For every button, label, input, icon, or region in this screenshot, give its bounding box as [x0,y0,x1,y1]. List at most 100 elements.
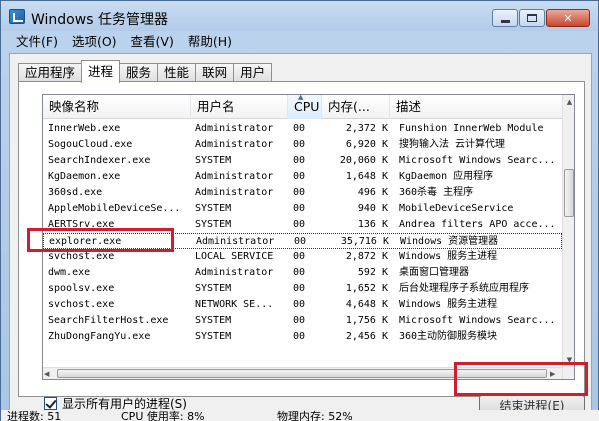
cell-user-name: Administrator [195,267,274,278]
cell-memory: 1,648 K [345,171,388,182]
scroll-left-icon[interactable]: ◀ [44,368,49,379]
cell-user-name: Administrator [195,123,274,134]
cell-user-name: Administrator [196,236,275,247]
cell-user-name: Administrator [195,187,274,198]
vertical-scroll-thumb[interactable] [564,169,574,217]
cell-cpu: 00 [293,331,306,342]
menu-file[interactable]: 文件(F) [9,32,65,52]
tab-networking[interactable]: 联网 [195,63,235,83]
cell-image-name: SearchFilterHost.exe [48,315,169,326]
cell-memory: 940 K [357,203,388,214]
cell-memory: 2,456 K [345,331,388,342]
show-all-checkbox[interactable] [44,396,57,410]
process-row[interactable]: SearchFilterHost.exe SYSTEM 00 1,756 K Micro… [43,313,562,329]
tab-processes[interactable]: 进程 [81,60,121,83]
cell-image-name: spoolsv.exe [48,283,115,294]
tab-applications[interactable]: 应用程序 [18,63,83,83]
window-title: Windows 任务管理器 [31,12,168,28]
process-row[interactable]: AppleMobileDeviceSe... SYSTEM 00 940 K Mobil… [43,201,562,217]
column-header-memory[interactable]: 内存(... [322,95,390,119]
cell-image-name: InnerWeb.exe [48,123,121,134]
cell-image-name: ZhuDongFangYu.exe [48,331,151,342]
cell-image-name: KgDaemon.exe [48,171,121,182]
cell-memory: 6,920 K [345,139,388,150]
tab-services[interactable]: 服务 [119,63,159,83]
cell-cpu: 00 [293,203,306,214]
process-row[interactable]: spoolsv.exe SYSTEM 00 1,652 K 后台处理程序子系统应用程序 [43,281,562,297]
menu-options[interactable]: 选项(O) [65,32,124,52]
cell-description: Windows 资源管理器 [400,236,499,247]
tab-users[interactable]: 用户 [233,63,273,83]
cell-image-name: AppleMobileDeviceSe... [48,203,181,214]
process-row[interactable]: KgDaemon.exe Administrator 00 1,648 K KgDaem… [43,169,562,185]
status-physical-memory: 物理内存: 52% [277,410,353,421]
process-row[interactable]: dwm.exe Administrator 00 592 K 桌面窗口管理器 [43,265,562,281]
cell-description: KgDaemon 应用程序 [399,171,494,182]
cell-user-name: SYSTEM [195,219,232,230]
process-row[interactable]: ZhuDongFangYu.exe SYSTEM 00 2,456 K 360主动防御服… [43,329,562,345]
cell-cpu: 00 [293,299,306,310]
cell-cpu: 00 [293,123,306,134]
cell-memory: 592 K [357,267,388,278]
cell-cpu: 00 [293,187,306,198]
column-header-user-name[interactable]: 用户名 [191,95,288,119]
cell-user-name: SYSTEM [195,283,232,294]
tab-performance[interactable]: 性能 [157,63,197,83]
cell-description: Windows 服务主进程 [399,299,498,310]
maximize-button[interactable] [519,9,545,27]
show-all-processes-option[interactable]: 显示所有用户的进程(S) [44,395,187,411]
cell-cpu: 00 [293,251,306,262]
annotation-box-explorer [27,228,174,252]
cell-description: 后台处理程序子系统应用程序 [399,283,529,294]
close-button[interactable]: ✕ [546,9,590,27]
process-row[interactable]: svchost.exe NETWORK SE... 00 4,648 K Windows… [43,297,562,313]
cell-description: 桌面窗口管理器 [399,267,469,278]
menu-help[interactable]: 帮助(H) [181,32,239,52]
cell-user-name: SYSTEM [195,315,232,326]
cell-description: Funshion InnerWeb Module [399,123,544,134]
cell-cpu: 00 [293,171,306,182]
column-header-image-name[interactable]: 映像名称 [43,95,191,119]
cell-user-name: Administrator [195,139,274,150]
cell-cpu: 00 [293,155,306,166]
cell-memory: 1,756 K [345,315,388,326]
process-row[interactable]: InnerWeb.exe Administrator 00 2,372 K Funshi… [43,121,562,137]
minimize-icon [500,19,510,23]
show-all-label: 显示所有用户的进程(S) [62,396,187,411]
column-header-description[interactable]: 描述 [390,95,562,119]
cell-memory: 2,872 K [345,251,388,262]
process-row[interactable]: SearchIndexer.exe SYSTEM 00 20,060 K Microso… [43,153,562,169]
cell-description: Microsoft Windows Searc... [399,155,556,166]
cell-memory: 35,716 K [340,236,389,247]
menu-bar: 文件(F) 选项(O) 查看(V) 帮助(H) [9,31,592,53]
sort-ascending-icon: ▲ [298,94,304,101]
cell-description: 搜狗输入法 云计算代理 [399,139,506,150]
cell-description: 360主动防御服务模块 [399,331,498,342]
menu-view[interactable]: 查看(V) [124,32,181,52]
cell-image-name: svchost.exe [48,299,115,310]
annotation-box-end-process [454,362,588,396]
cell-image-name: dwm.exe [48,267,91,278]
cell-cpu: 00 [294,236,307,247]
process-row[interactable]: SogouCloud.exe Administrator 00 6,920 K 搜狗输入… [43,137,562,153]
column-header-cpu[interactable]: ▲ CPU [288,95,322,119]
cell-cpu: 00 [293,315,306,326]
title-bar[interactable]: Windows 任务管理器 ✕ [1,1,598,31]
cell-description: Microsoft Windows Searc... [399,315,556,326]
vertical-scrollbar[interactable]: ▲ ▼ [562,95,574,379]
minimize-button[interactable] [492,9,518,27]
maximize-icon [527,14,537,22]
status-cpu-usage: CPU 使用率: 8% [121,410,205,421]
cell-memory: 136 K [357,219,388,230]
cell-memory: 20,060 K [339,155,388,166]
cell-cpu: 00 [293,219,306,230]
scroll-up-icon[interactable]: ▲ [563,95,574,109]
task-manager-icon [9,9,25,24]
cell-description: MobileDeviceService [399,203,514,214]
task-manager-window: Windows 任务管理器 ✕ 文件(F) 选项(O) 查看(V) 帮助(H) … [0,0,599,421]
cell-description: Windows 服务主进程 [399,251,498,262]
cell-image-name: SearchIndexer.exe [48,155,151,166]
process-row[interactable]: 360sd.exe Administrator 00 496 K 360杀毒 主程序 [43,185,562,201]
cell-description: 360杀毒 主程序 [399,187,474,198]
cell-memory: 4,648 K [345,299,388,310]
